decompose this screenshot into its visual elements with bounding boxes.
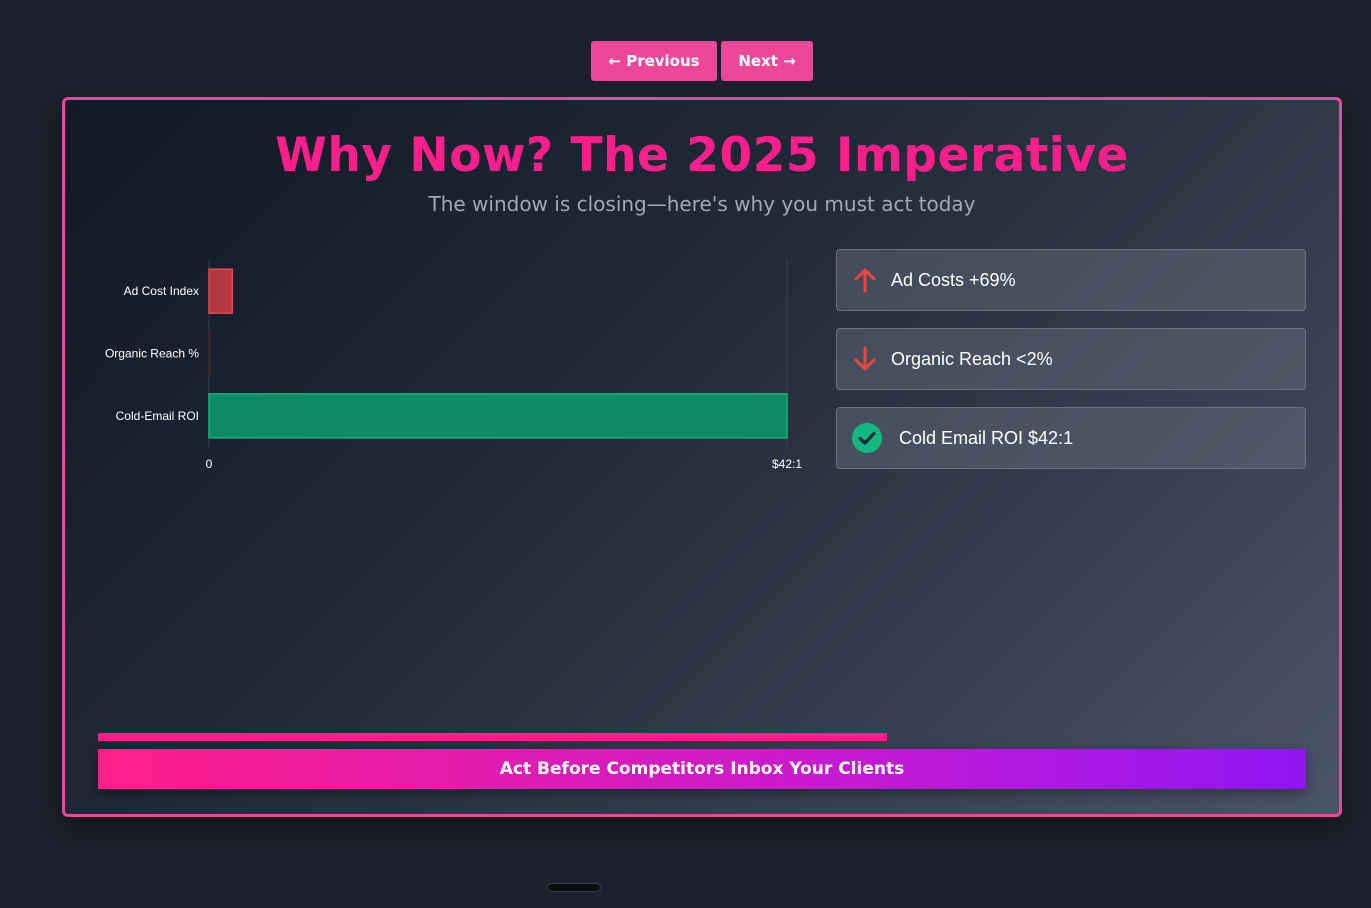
bar-organic-reach xyxy=(208,330,211,377)
x-tick-label: $42:1 xyxy=(772,457,802,471)
arrow-up-icon xyxy=(851,266,879,294)
stat-card-cold-email-roi: Cold Email ROI $42:1 xyxy=(836,407,1306,469)
stat-card-label: Organic Reach <2% xyxy=(891,348,1053,369)
bar-chart: Ad Cost Index Organic Reach % Cold-Email R… xyxy=(85,250,815,480)
bar-chart-svg: Ad Cost Index Organic Reach % Cold-Email R… xyxy=(105,260,802,471)
cta-banner: Act Before Competitors Inbox Your Client… xyxy=(98,749,1306,789)
category-label: Organic Reach % xyxy=(105,347,199,361)
scroll-handle[interactable] xyxy=(547,883,601,892)
stat-cards: Ad Costs +69% Organic Reach <2% Cold Ema… xyxy=(836,249,1306,486)
next-button[interactable]: Next → xyxy=(721,41,813,81)
category-label: Ad Cost Index xyxy=(124,284,199,298)
x-tick-label: 0 xyxy=(206,457,213,471)
stat-card-organic-reach: Organic Reach <2% xyxy=(836,328,1306,390)
bar-ad-cost-index xyxy=(208,268,234,314)
previous-button[interactable]: ← Previous xyxy=(591,41,717,81)
check-circle-icon xyxy=(851,422,883,454)
slide-subtitle: The window is closing—here's why you mus… xyxy=(428,192,976,216)
arrow-down-icon xyxy=(851,345,879,373)
bar-cold-email-roi xyxy=(208,393,788,439)
stat-card-ad-costs: Ad Costs +69% xyxy=(836,249,1306,311)
slide-title: Why Now? The 2025 Imperative xyxy=(275,128,1129,183)
progress-bar xyxy=(98,733,1306,741)
stat-card-label: Cold Email ROI $42:1 xyxy=(899,427,1074,448)
slide-navigation: ← Previous Next → xyxy=(591,41,813,81)
slide-frame: Why Now? The 2025 Imperative The window … xyxy=(62,97,1342,817)
category-label: Cold-Email ROI xyxy=(116,409,199,423)
stat-card-label: Ad Costs +69% xyxy=(891,269,1016,290)
progress-bar-fill xyxy=(98,733,887,741)
